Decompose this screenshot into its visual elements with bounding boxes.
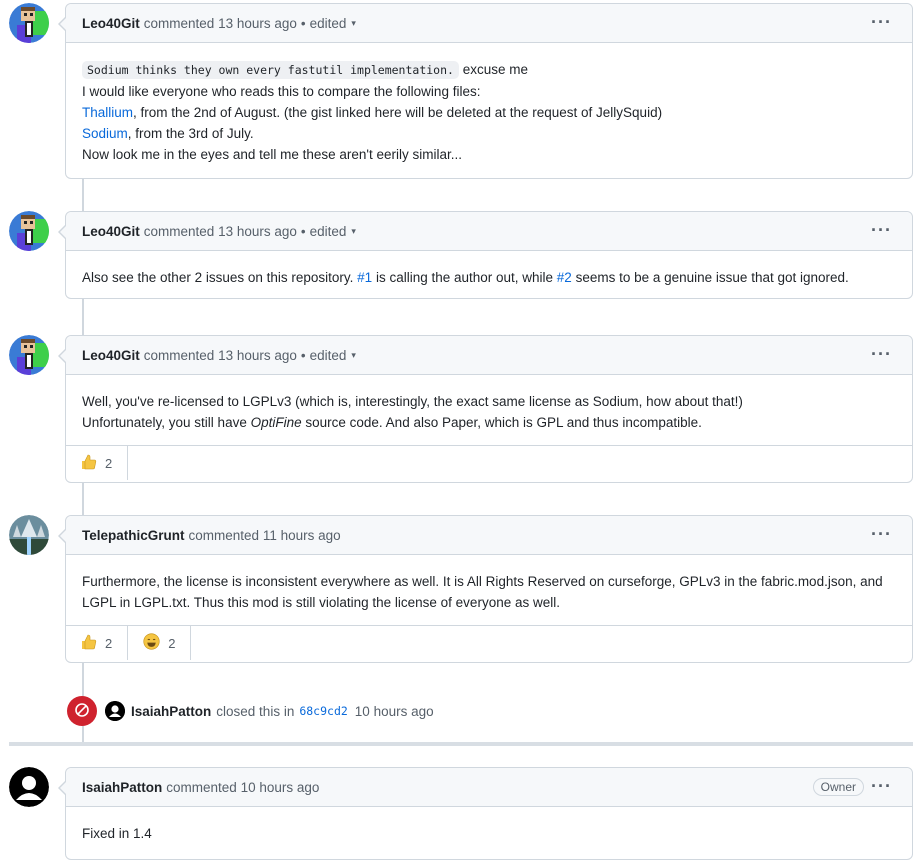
laugh-icon (143, 633, 160, 653)
comment-header: TelepathicGrunt commented 11 hours ago ·… (66, 516, 912, 555)
thallium-link[interactable]: Thallium (82, 105, 133, 120)
commit-sha-link[interactable]: 68c9cd2 (299, 704, 347, 718)
comment-header: IsaiahPatton commented 10 hours ago Owne… (66, 768, 912, 807)
comment-time[interactable]: 10 hours ago (241, 780, 320, 795)
comment-author[interactable]: Leo40Git (82, 348, 140, 363)
comment-body: Sodium thinks they own every fastutil im… (66, 43, 912, 179)
comment-time[interactable]: 13 hours ago (218, 224, 297, 239)
reactions-bar: 2 2 (66, 625, 912, 660)
event-time[interactable]: 10 hours ago (355, 704, 434, 719)
body-text: I would like everyone who reads this to … (82, 84, 481, 99)
body-text: Now look me in the eyes and tell me thes… (82, 147, 462, 162)
chevron-down-icon: ▾ (351, 17, 356, 28)
emphasis-text: OptiFine (250, 415, 302, 430)
kebab-menu-icon[interactable]: ··· (871, 13, 892, 31)
body-text: seems to be a genuine issue that got ign… (571, 270, 849, 285)
comment-author[interactable]: TelepathicGrunt (82, 528, 185, 543)
body-text: excuse me (462, 62, 528, 77)
kebab-menu-icon[interactable]: ··· (871, 345, 892, 363)
edited-dropdown[interactable]: edited ▾ (310, 224, 356, 239)
reaction-thumbs-up[interactable]: 2 (66, 626, 129, 660)
body-text: source code. And also Paper, which is GP… (301, 415, 702, 430)
comment-author[interactable]: Leo40Git (82, 224, 140, 239)
chevron-down-icon: ▾ (351, 225, 356, 236)
separator-dot: • (300, 15, 306, 31)
closed-event: IsaiahPatton closed this in 68c9cd2 10 h… (67, 696, 434, 726)
comment-action: commented (166, 779, 237, 795)
kebab-menu-icon[interactable]: ··· (871, 525, 892, 543)
comment-action: commented (143, 347, 215, 363)
separator-dot: • (300, 347, 306, 363)
comment-time[interactable]: 13 hours ago (218, 16, 297, 31)
owner-badge: Owner (812, 778, 864, 796)
body-text: Also see the other 2 issues on this repo… (82, 270, 358, 285)
event-actor[interactable]: IsaiahPatton (131, 704, 211, 719)
body-text: is calling the author out, while (372, 270, 557, 285)
event-text: closed this in (216, 703, 295, 719)
chevron-down-icon: ▾ (351, 349, 356, 360)
comment-box: Leo40Git commented 13 hours ago • edited… (58, 211, 913, 302)
closed-badge (67, 696, 97, 726)
reactions-bar: 2 (66, 445, 912, 480)
sodium-link[interactable]: Sodium (82, 126, 128, 141)
body-text: , from the 3rd of July. (127, 126, 254, 141)
reaction-count: 2 (105, 455, 113, 471)
comment-body: Also see the other 2 issues on this repo… (66, 251, 912, 302)
comment-header: Leo40Git commented 13 hours ago • edited… (66, 4, 912, 43)
comment-box: IsaiahPatton commented 10 hours ago Owne… (58, 767, 913, 860)
avatar-leo40git[interactable] (9, 211, 49, 251)
comment-time[interactable]: 13 hours ago (218, 348, 297, 363)
reaction-laugh[interactable]: 2 (128, 626, 192, 660)
separator-dot: • (300, 223, 306, 239)
timeline-line (82, 482, 84, 516)
thumbs-up-icon (81, 454, 97, 473)
avatar-telepathicgrunt[interactable] (9, 515, 49, 555)
comment-box: Leo40Git commented 13 hours ago • edited… (58, 3, 913, 179)
comment-author[interactable]: IsaiahPatton (82, 780, 162, 795)
inline-code: Sodium thinks they own every fastutil im… (82, 61, 459, 79)
comment-action: commented (143, 15, 215, 31)
comment-header: Leo40Git commented 13 hours ago • edited… (66, 336, 912, 375)
comment-box: TelepathicGrunt commented 11 hours ago ·… (58, 515, 913, 663)
body-text: , from the 2nd of August. (the gist link… (133, 105, 663, 120)
body-text: Well, you've re-licensed to LGPLv3 (whic… (82, 394, 743, 409)
comment-box: Leo40Git commented 13 hours ago • edited… (58, 335, 913, 483)
issue-2-link[interactable]: #2 (557, 270, 572, 285)
body-text: Furthermore, the license is inconsistent… (82, 574, 883, 610)
comment-time[interactable]: 11 hours ago (263, 528, 341, 543)
comment-action: commented (188, 527, 260, 543)
reaction-count: 2 (168, 635, 176, 651)
comment-action: commented (143, 223, 215, 239)
comment-author[interactable]: Leo40Git (82, 16, 140, 31)
comment-body: Well, you've re-licensed to LGPLv3 (whic… (66, 375, 912, 445)
thumbs-up-icon (81, 634, 97, 653)
timeline-divider (9, 742, 913, 746)
edited-label: edited (309, 15, 347, 31)
kebab-menu-icon[interactable]: ··· (871, 777, 892, 795)
edited-dropdown[interactable]: edited ▾ (310, 348, 356, 363)
reaction-thumbs-up[interactable]: 2 (66, 446, 129, 480)
comment-body: Furthermore, the license is inconsistent… (66, 555, 912, 625)
body-text: Unfortunately, you still have (82, 415, 251, 430)
avatar-leo40git[interactable] (9, 3, 49, 43)
edited-dropdown[interactable]: edited ▾ (310, 16, 356, 31)
edited-label: edited (309, 223, 347, 239)
avatar-isaiahpatton-small[interactable] (105, 701, 125, 721)
edited-label: edited (309, 347, 347, 363)
avatar-isaiahpatton[interactable] (9, 767, 49, 807)
body-text: Fixed in 1.4 (82, 826, 152, 841)
avatar-leo40git[interactable] (9, 335, 49, 375)
reaction-count: 2 (105, 635, 113, 651)
circle-slash-icon (74, 702, 90, 721)
comment-header: Leo40Git commented 13 hours ago • edited… (66, 212, 912, 251)
comment-body: Fixed in 1.4 (66, 807, 912, 858)
timeline-line (82, 298, 84, 336)
kebab-menu-icon[interactable]: ··· (871, 221, 892, 239)
timeline-line (82, 178, 84, 212)
issue-1-link[interactable]: #1 (357, 270, 372, 285)
